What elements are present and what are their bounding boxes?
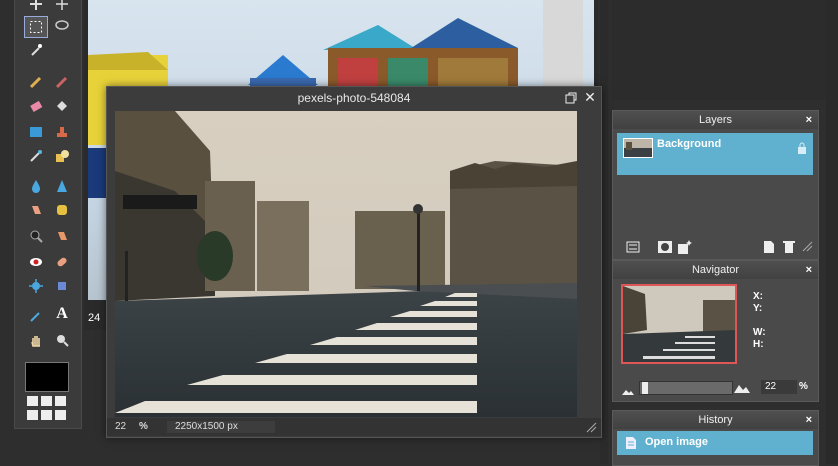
burn-icon[interactable]: [25, 226, 47, 246]
navigator-coordinates: X: Y: W: H:: [753, 291, 766, 351]
new-layer-icon[interactable]: [761, 239, 777, 255]
history-item[interactable]: Open image: [617, 431, 813, 455]
spot-heal-icon[interactable]: [51, 252, 73, 272]
layer-name: Background: [657, 138, 722, 150]
delete-layer-icon[interactable]: [781, 239, 797, 255]
type-icon[interactable]: A: [51, 304, 73, 324]
y-label: Y:: [753, 303, 763, 314]
zoom-icon[interactable]: [51, 330, 73, 350]
restore-window-icon[interactable]: [565, 91, 577, 104]
hand-icon[interactable]: [25, 330, 47, 350]
layers-toolbar: [613, 237, 818, 257]
zoom-in-icon[interactable]: [733, 381, 751, 393]
brush-icon[interactable]: [51, 72, 73, 92]
layers-close-icon[interactable]: ×: [806, 112, 812, 128]
sponge-icon[interactable]: [51, 200, 73, 220]
magic-wand-icon[interactable]: [25, 40, 47, 60]
dodge-icon[interactable]: [51, 226, 73, 246]
navigator-panel: Navigator × X: Y: W: H: 22 %: [612, 260, 819, 402]
zoom-slider[interactable]: [639, 381, 733, 395]
layers-panel-title[interactable]: Layers: [613, 111, 818, 129]
foreground-color-swatch[interactable]: [25, 362, 69, 392]
sharpen-icon[interactable]: [51, 176, 73, 196]
lock-icon: [797, 141, 807, 154]
document-size: 2250x1500 px: [167, 421, 275, 433]
navigator-zoom-input[interactable]: 22: [761, 380, 797, 394]
color-replace-icon[interactable]: [25, 146, 47, 166]
layer-styles-icon[interactable]: [677, 239, 693, 255]
document-canvas[interactable]: [115, 111, 577, 417]
close-document-icon[interactable]: ✕: [583, 89, 597, 105]
zoom-input[interactable]: 22: [115, 421, 135, 433]
document-window[interactable]: pexels-photo-548084 ✕ 22 % 2250x1500 px: [106, 86, 602, 438]
red-eye-icon[interactable]: [25, 252, 47, 272]
eraser-icon[interactable]: [25, 96, 47, 116]
history-panel-title[interactable]: History: [613, 411, 818, 429]
layer-row[interactable]: Background: [617, 133, 813, 175]
blur-icon[interactable]: [25, 176, 47, 196]
navigator-close-icon[interactable]: ×: [806, 262, 812, 278]
navigator-preview[interactable]: [621, 284, 737, 364]
pinch-icon[interactable]: [51, 276, 73, 296]
navigator-zoom-unit: %: [799, 381, 808, 392]
pencil-icon[interactable]: [25, 72, 47, 92]
add-move-icon[interactable]: [51, 0, 73, 14]
open-image-icon: [625, 436, 637, 450]
toolbox: A: [14, 0, 82, 429]
view-grid-icon[interactable]: [27, 396, 67, 420]
layer-settings-icon[interactable]: [625, 239, 641, 255]
workspace-scrollbar[interactable]: [826, 0, 838, 464]
zoom-slider-handle[interactable]: [642, 382, 648, 394]
move-icon[interactable]: [25, 0, 47, 14]
h-label: H:: [753, 339, 764, 350]
w-label: W:: [753, 327, 766, 338]
navigator-panel-title[interactable]: Navigator: [613, 261, 818, 279]
resize-handle-icon[interactable]: [585, 420, 597, 433]
paint-bucket-icon[interactable]: [51, 96, 73, 116]
document-title[interactable]: pexels-photo-548084: [107, 87, 601, 109]
zoom-out-icon[interactable]: [621, 383, 635, 395]
smudge-icon[interactable]: [25, 200, 47, 220]
clone-stamp-icon[interactable]: [51, 122, 73, 142]
zoom-unit: %: [139, 421, 148, 432]
layers-resize-icon[interactable]: [801, 239, 817, 255]
drawing-icon[interactable]: [51, 146, 73, 166]
history-item-label: Open image: [645, 436, 708, 448]
history-close-icon[interactable]: ×: [806, 412, 812, 428]
history-panel: History × Open image: [612, 410, 819, 466]
color-picker-icon[interactable]: [25, 306, 47, 326]
layers-panel: Layers × Background: [612, 110, 819, 260]
bloat-icon[interactable]: [25, 276, 47, 296]
x-label: X:: [753, 291, 763, 302]
document-photo: [115, 111, 577, 417]
gradient-icon[interactable]: [25, 122, 47, 142]
layer-mask-icon[interactable]: [657, 239, 673, 255]
marquee-icon[interactable]: [24, 16, 48, 38]
workspace-background: [612, 0, 838, 100]
layer-thumbnail: [623, 138, 653, 158]
lasso-icon[interactable]: [51, 16, 73, 36]
document-status-bar: 22 % 2250x1500 px: [107, 418, 601, 436]
